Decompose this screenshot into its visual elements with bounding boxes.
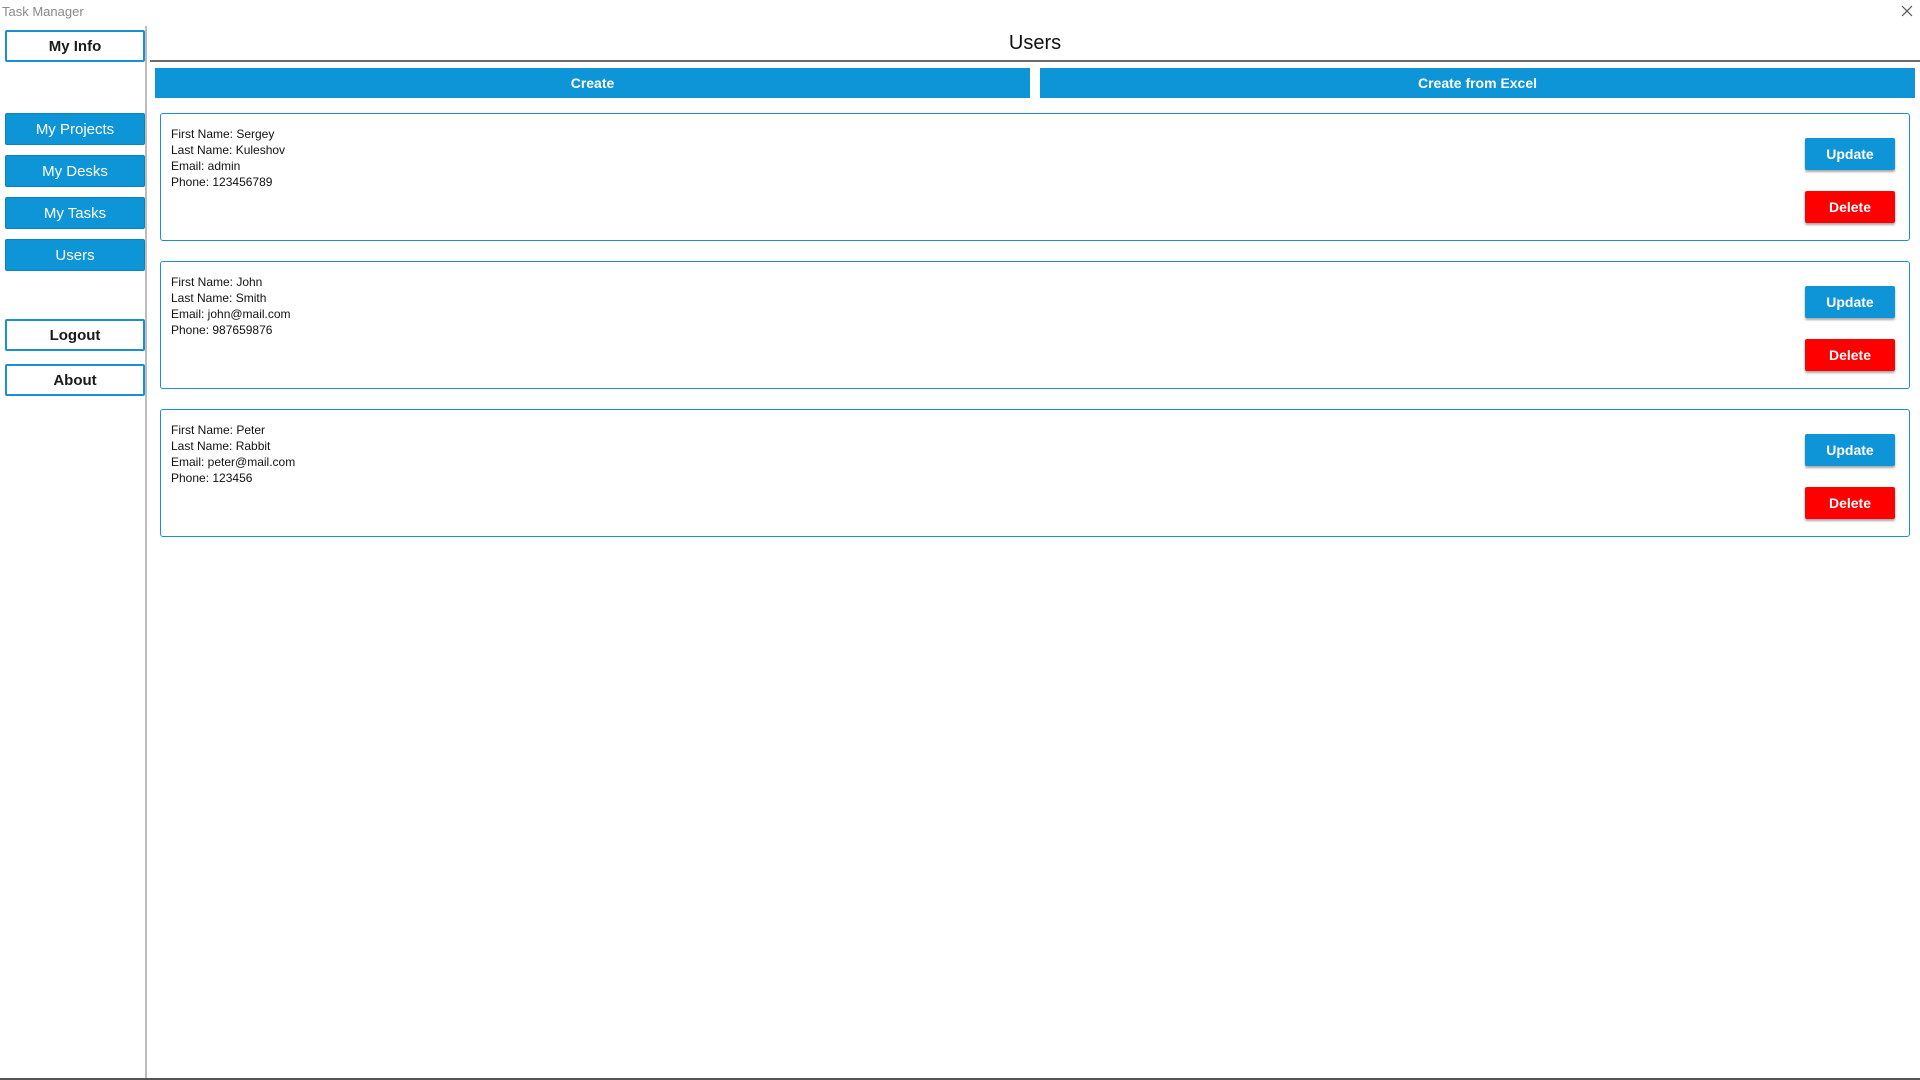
delete-button[interactable]: Delete: [1805, 339, 1895, 371]
update-button[interactable]: Update: [1805, 434, 1895, 466]
my-info-button[interactable]: My Info: [5, 30, 145, 62]
user-card: First Name: Sergey Last Name: Kuleshov E…: [160, 113, 1910, 241]
user-card: First Name: Peter Last Name: Rabbit Emai…: [160, 409, 1910, 537]
user-phone: Phone: 123456789: [171, 175, 273, 189]
task-manager-window: Task Manager My Info My Projects My Desk…: [0, 0, 1920, 1080]
user-email: Email: john@mail.com: [171, 307, 291, 321]
user-phone: Phone: 123456: [171, 471, 253, 485]
user-card: First Name: John Last Name: Smith Email:…: [160, 261, 1910, 389]
update-button[interactable]: Update: [1805, 286, 1895, 318]
user-email: Email: admin: [171, 159, 241, 173]
delete-button[interactable]: Delete: [1805, 191, 1895, 223]
user-first-name: First Name: Sergey: [171, 127, 275, 141]
user-first-name: First Name: Peter: [171, 423, 266, 437]
user-email: Email: peter@mail.com: [171, 455, 296, 469]
close-button[interactable]: [1894, 0, 1920, 22]
page-title: Users: [1008, 32, 1062, 54]
sidebar: My Info My Projects My Desks My Tasks Us…: [0, 26, 147, 1078]
close-icon: [1901, 5, 1913, 17]
user-first-name: First Name: John: [171, 275, 263, 289]
sidebar-item-users[interactable]: Users: [5, 239, 145, 271]
delete-button[interactable]: Delete: [1805, 487, 1895, 519]
user-info: First Name: Peter Last Name: Rabbit Emai…: [171, 422, 295, 486]
user-last-name: Last Name: Kuleshov: [171, 143, 286, 157]
user-last-name: Last Name: Smith: [171, 291, 267, 305]
user-phone: Phone: 987659876: [171, 323, 273, 337]
sidebar-item-my-desks[interactable]: My Desks: [5, 155, 145, 187]
user-info: First Name: Sergey Last Name: Kuleshov E…: [171, 126, 285, 190]
main-content: Users Create Create from Excel First Nam…: [150, 26, 1920, 1078]
sidebar-item-my-projects[interactable]: My Projects: [5, 113, 145, 145]
create-from-excel-button[interactable]: Create from Excel: [1040, 68, 1915, 98]
user-last-name: Last Name: Rabbit: [171, 439, 271, 453]
page-header: Users: [150, 26, 1920, 62]
app-title: Task Manager: [2, 4, 84, 19]
about-button[interactable]: About: [5, 364, 145, 396]
create-button[interactable]: Create: [155, 68, 1030, 98]
user-info: First Name: John Last Name: Smith Email:…: [171, 274, 291, 338]
title-bar: Task Manager: [0, 0, 1920, 24]
update-button[interactable]: Update: [1805, 138, 1895, 170]
sidebar-item-my-tasks[interactable]: My Tasks: [5, 197, 145, 229]
logout-button[interactable]: Logout: [5, 319, 145, 351]
